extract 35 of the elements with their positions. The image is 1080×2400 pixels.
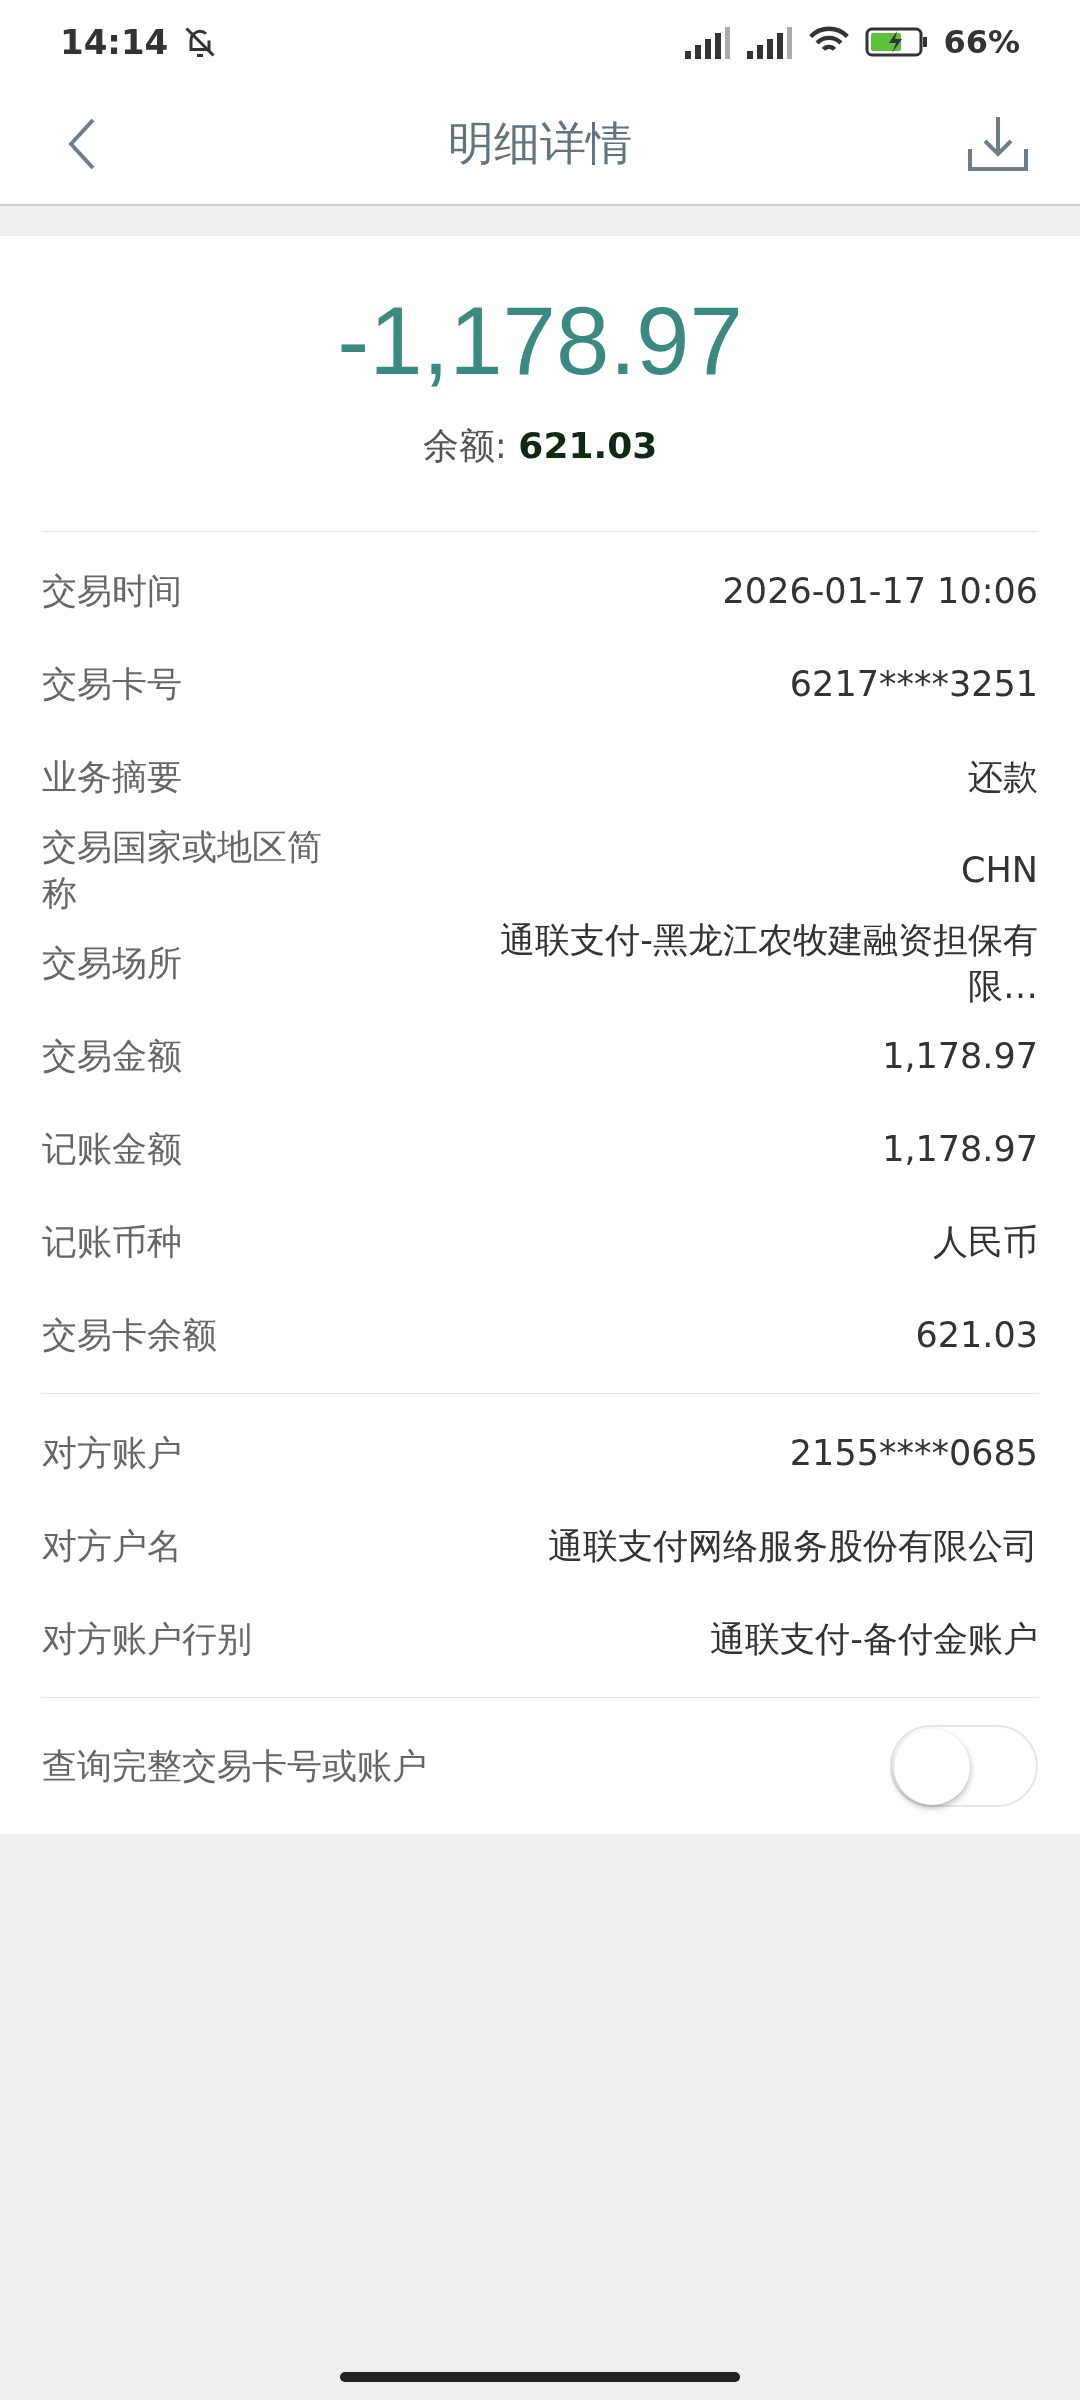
signal-icon <box>683 25 732 59</box>
detail-value: 人民币 <box>933 1220 1038 1264</box>
balance-text: 余额: 621.03 <box>422 424 658 468</box>
detail-value: 2026-01-17 10:06 <box>722 569 1038 613</box>
back-icon <box>67 118 97 170</box>
detail-value: 1,178.97 <box>882 1034 1038 1078</box>
detail-value: 通联支付-备付金账户 <box>710 1617 1038 1661</box>
detail-label: 交易时间 <box>42 569 182 613</box>
detail-value: 还款 <box>968 755 1038 799</box>
detail-value: 2155****0685 <box>789 1431 1038 1475</box>
transaction-amount: -1,178.97 <box>337 286 743 396</box>
detail-label: 记账金额 <box>42 1127 182 1171</box>
detail-label: 交易场所 <box>42 941 182 985</box>
battery-charging-icon <box>865 26 930 58</box>
signal-icon <box>745 25 794 59</box>
detail-label: 交易金额 <box>42 1034 182 1078</box>
detail-value: CHN <box>961 848 1038 892</box>
battery-percent: 66% <box>943 23 1020 61</box>
toggle-label: 查询完整交易卡号或账户 <box>42 1745 427 1788</box>
detail-label: 交易国家或地区简称 <box>42 825 323 915</box>
detail-label: 交易卡号 <box>42 662 182 706</box>
detail-label: 对方户名 <box>42 1524 182 1568</box>
detail-label: 对方账户行别 <box>42 1617 252 1661</box>
detail-value: 通联支付-黑龙江农牧建融资担保有限… <box>499 918 1038 1008</box>
status-time: 14:14 <box>60 22 169 62</box>
detail-value: 6217****3251 <box>789 662 1038 706</box>
page-title: 明细详情 <box>447 115 633 172</box>
detail-value: 1,178.97 <box>882 1127 1038 1171</box>
detail-label: 对方账户 <box>42 1431 182 1475</box>
download-icon <box>967 115 1029 173</box>
detail-label: 交易卡余额 <box>42 1313 217 1357</box>
detail-value: 通联支付网络服务股份有限公司 <box>548 1524 1038 1568</box>
detail-label: 业务摘要 <box>42 755 182 799</box>
detail-value: 621.03 <box>915 1313 1038 1357</box>
detail-label: 记账币种 <box>42 1220 182 1264</box>
